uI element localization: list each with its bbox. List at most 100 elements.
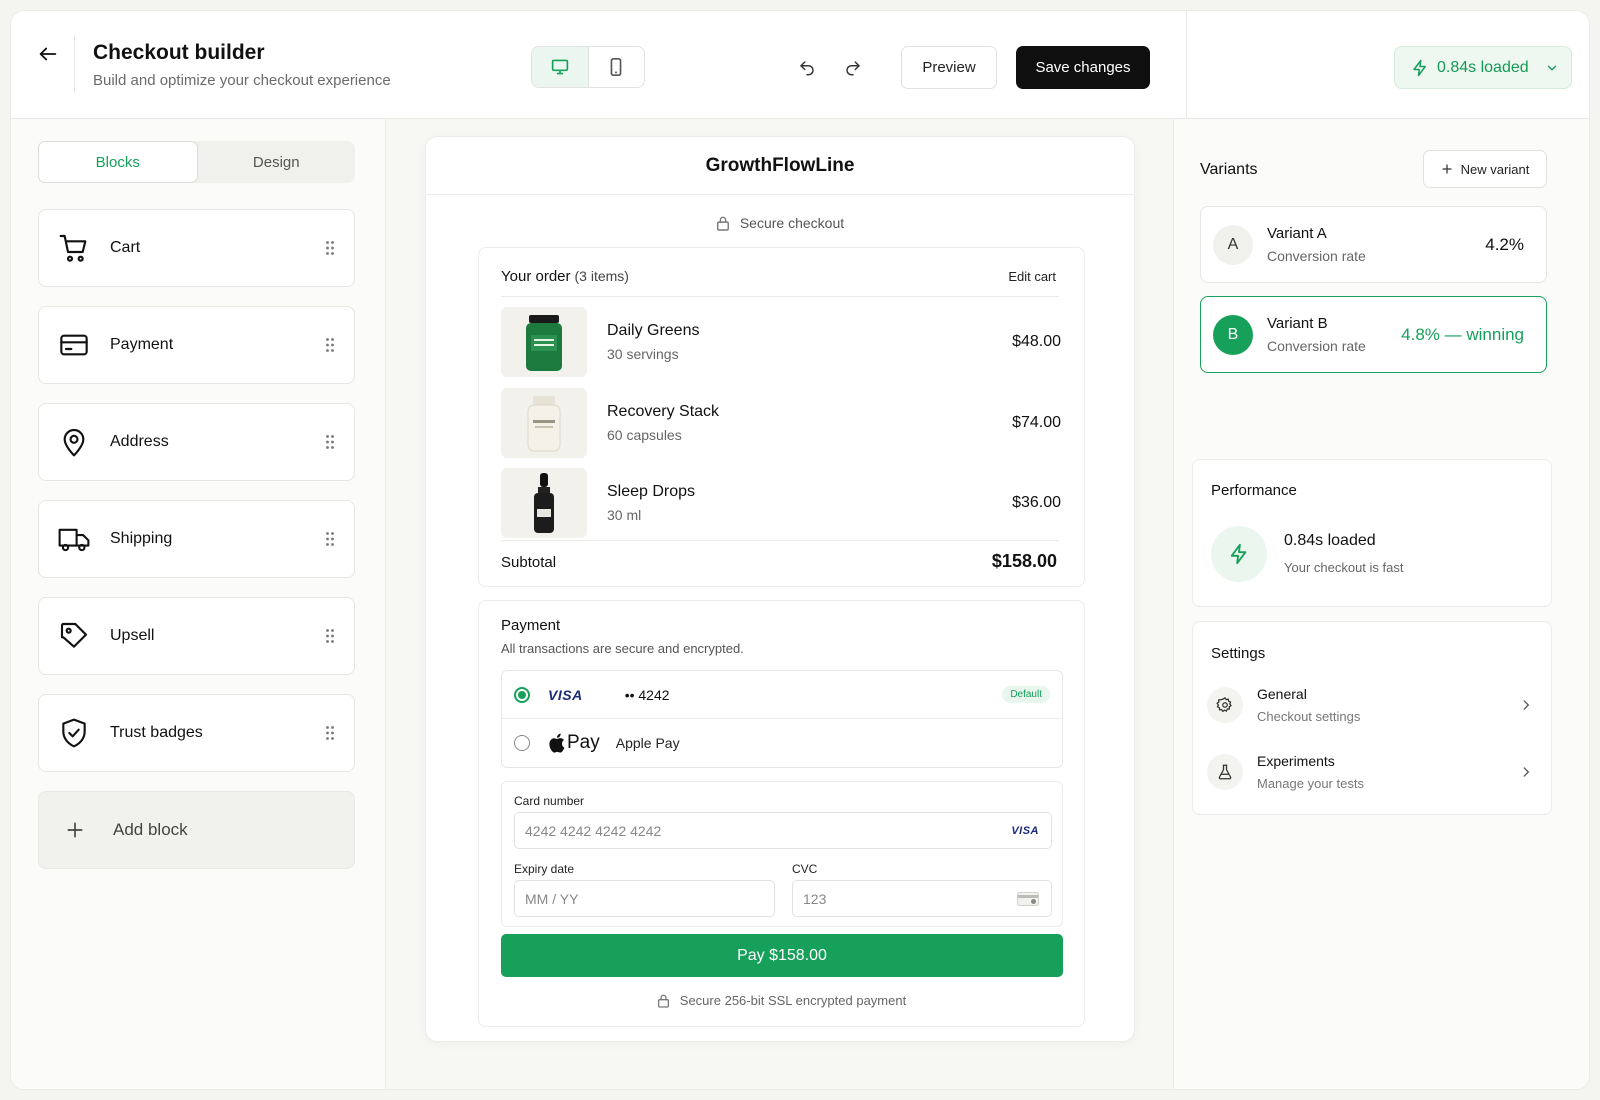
secure-checkout-label: Secure checkout — [426, 215, 1134, 231]
payment-title: Payment — [501, 617, 561, 634]
divider — [74, 35, 75, 93]
block-label: Payment — [110, 336, 174, 353]
radio-selected[interactable] — [514, 686, 530, 703]
drag-handle-icon[interactable] — [322, 529, 338, 549]
block-list: Cart Payment Address Shipping Upsell Tru… — [38, 209, 355, 869]
undo-icon — [800, 61, 814, 76]
tab-design[interactable]: Design — [198, 141, 356, 183]
variant-details: Variant A Conversion rate — [1267, 225, 1366, 264]
variant-card-b[interactable]: B Variant B Conversion rate 4.8% — winni… — [1200, 296, 1547, 373]
settings-item-experiments[interactable]: Experiments Manage your tests — [1207, 747, 1539, 797]
tab-blocks[interactable]: Blocks — [38, 141, 198, 183]
apple-pay-logo: Pay — [548, 732, 600, 754]
page-title: Checkout builder — [93, 41, 265, 64]
block-item-cart[interactable]: Cart — [38, 209, 355, 287]
redo-button[interactable] — [840, 56, 866, 80]
payment-subtitle: All transactions are secure and encrypte… — [501, 641, 744, 656]
order-item: Sleep Drops 30 ml $36.00 — [501, 467, 1061, 539]
lock-icon — [716, 216, 729, 231]
settings-item-name: Experiments — [1257, 753, 1335, 769]
pay-button[interactable]: Pay $158.00 — [501, 934, 1063, 977]
drag-handle-icon[interactable] — [322, 723, 338, 743]
truck-icon — [55, 520, 93, 558]
drag-handle-icon[interactable] — [322, 335, 338, 355]
block-label: Upsell — [110, 627, 155, 644]
device-toggle — [531, 46, 645, 88]
lightning-icon — [1211, 526, 1267, 582]
drag-handle-icon[interactable] — [322, 626, 338, 646]
default-badge: Default — [1002, 686, 1050, 703]
lock-icon — [657, 994, 669, 1008]
performance-title: Performance — [1211, 482, 1297, 499]
order-item: Recovery Stack 60 capsules $74.00 — [501, 387, 1061, 459]
block-item-upsell[interactable]: Upsell — [38, 597, 355, 675]
block-item-shipping[interactable]: Shipping — [38, 500, 355, 578]
add-block-label: Add block — [113, 820, 188, 839]
order-count: (3 items) — [574, 268, 629, 284]
card-form: Card number 4242 4242 4242 4242 VISA Exp… — [501, 781, 1063, 927]
checkout-canvas: GrowthFlowLine Secure checkout Your orde… — [386, 119, 1173, 1089]
settings-item-text: General Checkout settings — [1257, 686, 1360, 724]
variant-metric-label: Conversion rate — [1267, 338, 1366, 354]
undo-button[interactable] — [794, 56, 820, 80]
payment-method-apple-pay[interactable]: Pay Apple Pay — [502, 719, 1062, 767]
block-item-address[interactable]: Address — [38, 403, 355, 481]
card-number-label: Card number — [514, 794, 585, 808]
blocks-panel: Blocks Design Cart Payment Address Shipp… — [11, 119, 386, 1089]
payment-method-visa[interactable]: VISA •• 4242 Default — [502, 671, 1062, 719]
settings-item-general[interactable]: General Checkout settings — [1207, 680, 1539, 730]
page-subtitle: Build and optimize your checkout experie… — [93, 72, 391, 89]
map-pin-icon — [55, 423, 93, 461]
radio-unselected[interactable] — [514, 735, 530, 751]
cart-icon — [55, 229, 93, 267]
mobile-view-button[interactable] — [589, 47, 645, 87]
smartphone-icon — [610, 58, 622, 76]
back-button[interactable] — [33, 39, 63, 69]
product-image-sleep-drops — [501, 468, 587, 538]
item-price: $48.00 — [1012, 333, 1061, 350]
expiry-input[interactable]: MM / YY — [514, 880, 775, 917]
chevron-right-icon — [1523, 767, 1530, 777]
card-number-input[interactable]: 4242 4242 4242 4242 VISA — [514, 812, 1052, 849]
insights-panel: Variants New variant A Variant A Convers… — [1173, 119, 1589, 1089]
chevron-right-icon — [1523, 700, 1530, 710]
drag-handle-icon[interactable] — [322, 238, 338, 258]
tag-icon — [55, 617, 93, 655]
block-item-payment[interactable]: Payment — [38, 306, 355, 384]
visa-logo: VISA — [1011, 824, 1039, 837]
drag-handle-icon[interactable] — [322, 432, 338, 452]
cvc-input[interactable]: 123 — [792, 880, 1052, 917]
order-title: Your order (3 items) — [501, 268, 629, 285]
ssl-notice: Secure 256-bit SSL encrypted payment — [479, 993, 1084, 1008]
preview-button[interactable]: Preview — [901, 46, 997, 89]
card-last4: •• 4242 — [624, 686, 670, 703]
card-cvc-icon — [1017, 891, 1039, 906]
desktop-view-button[interactable] — [532, 47, 589, 87]
app-window: Checkout builder Build and optimize your… — [10, 10, 1590, 1090]
load-time-label: 0.84s loaded — [1437, 58, 1529, 76]
variant-rate: 4.8% — winning — [1401, 324, 1524, 344]
new-variant-button[interactable]: New variant — [1423, 150, 1547, 188]
apple-pay-label: Apple Pay — [615, 735, 680, 751]
item-details: Daily Greens 30 servings — [607, 322, 699, 362]
variants-title: Variants — [1200, 161, 1258, 178]
performance-value: 0.84s loaded — [1284, 532, 1376, 549]
item-price: $36.00 — [1012, 494, 1061, 511]
edit-cart-link[interactable]: Edit cart — [1008, 269, 1056, 284]
item-variant: 30 servings — [607, 346, 679, 362]
plus-icon — [1442, 164, 1452, 174]
subtotal-label: Subtotal — [501, 554, 557, 571]
load-time-dropdown[interactable]: 0.84s loaded — [1394, 46, 1572, 89]
shield-check-icon — [55, 714, 93, 752]
block-item-trust-badges[interactable]: Trust badges — [38, 694, 355, 772]
item-details: Sleep Drops 30 ml — [607, 483, 695, 523]
save-changes-button[interactable]: Save changes — [1016, 46, 1150, 89]
lightning-icon — [1413, 59, 1426, 76]
top-bar: Checkout builder Build and optimize your… — [11, 11, 1186, 119]
add-block-button[interactable]: Add block — [38, 791, 355, 869]
block-label: Address — [110, 433, 169, 450]
settings-item-text: Experiments Manage your tests — [1257, 753, 1364, 791]
item-name: Recovery Stack — [607, 403, 720, 420]
settings-card: Settings General Checkout settings Exper… — [1192, 621, 1552, 815]
variant-card-a[interactable]: A Variant A Conversion rate 4.2% — [1200, 206, 1547, 283]
